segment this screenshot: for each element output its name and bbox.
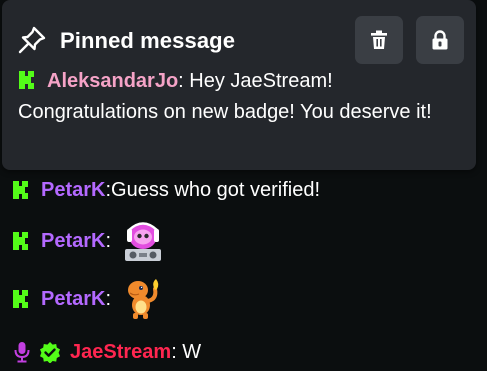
- dj-robot-emote[interactable]: [121, 219, 165, 263]
- pinned-message-panel: Pinned message AleksandarJo: Hey JaeStre…: [2, 0, 476, 170]
- chat-message: PetarK:: [12, 276, 161, 322]
- unpin-button[interactable]: [416, 16, 464, 64]
- trash-icon: [371, 30, 387, 49]
- kick-badge-icon: [13, 232, 28, 250]
- kick-badge-icon: [13, 181, 28, 199]
- chat-message: PetarK:: [12, 218, 165, 264]
- verified-badge-icon: [40, 342, 60, 363]
- pinned-message-title: Pinned message: [60, 28, 236, 53]
- kick-badge-icon: [13, 290, 28, 308]
- delete-pinned-button[interactable]: [355, 16, 403, 64]
- charmander-emote[interactable]: [121, 277, 161, 321]
- chat-separator: :: [105, 229, 112, 252]
- chat-separator: :: [105, 287, 112, 310]
- chat-message: PetarK: Guess who got verified!: [12, 176, 320, 204]
- chat-username[interactable]: JaeStream: [70, 341, 171, 364]
- pin-icon: [18, 26, 46, 54]
- chat-username[interactable]: PetarK: [41, 230, 105, 253]
- pinned-username[interactable]: AleksandarJo: [47, 70, 178, 92]
- kick-badge-icon: [19, 71, 34, 89]
- chat-username[interactable]: PetarK: [41, 288, 105, 311]
- chat-message: JaeStream: W: [12, 338, 201, 366]
- chat-username[interactable]: PetarK: [41, 179, 105, 202]
- chat-message-text: W: [176, 340, 202, 363]
- pinned-message-body: AleksandarJo: Hey JaeStream! Congratulat…: [18, 66, 470, 128]
- lock-icon: [432, 30, 448, 50]
- chat-message-text: Guess who got verified!: [111, 178, 321, 201]
- microphone-badge-icon: [14, 342, 30, 363]
